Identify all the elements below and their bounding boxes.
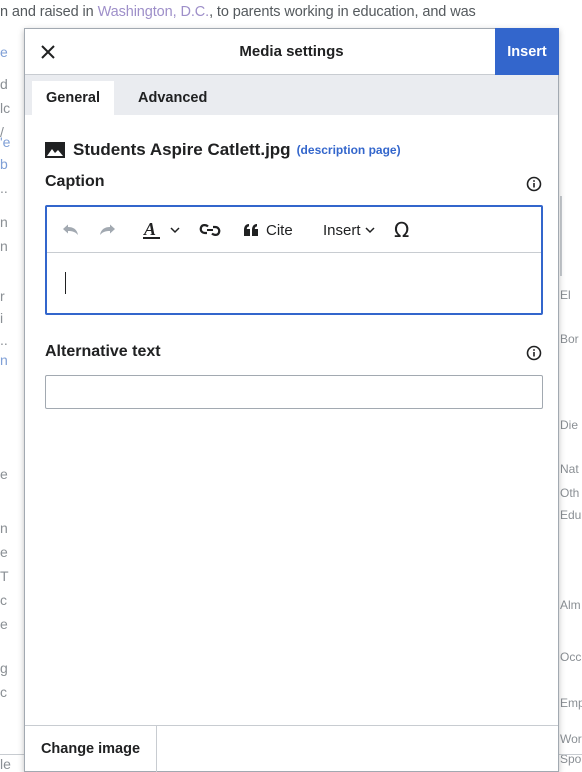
infobox-edge: El Bor Die Nat Oth Edu Alm Occ Emp Wor S…	[560, 0, 582, 772]
text-style-icon: A	[143, 220, 160, 239]
infobox-label: Occ	[560, 650, 582, 664]
tab-bar: General Advanced	[25, 75, 558, 115]
infobox-label: Edu	[560, 508, 582, 522]
infobox-label: El	[560, 288, 571, 302]
article-fragment: e	[0, 466, 8, 482]
caption-editor: A Cite Insert Ω	[45, 205, 543, 315]
article-fragment: b	[0, 156, 8, 172]
article-fragment: e	[0, 616, 8, 632]
infobox-label: Bor	[560, 332, 579, 346]
caption-input[interactable]	[47, 254, 541, 313]
article-link-washington[interactable]: Washington, D.C.	[98, 4, 210, 20]
article-fragment: n	[0, 238, 8, 254]
cite-label: Cite	[266, 221, 293, 239]
dialog-header: Media settings Insert	[25, 28, 559, 75]
insert-button[interactable]: Insert	[495, 28, 559, 75]
text-style-dropdown[interactable]: A	[143, 207, 181, 253]
close-icon	[41, 45, 55, 59]
cite-button[interactable]: Cite	[243, 207, 293, 253]
close-button[interactable]	[25, 29, 71, 75]
caption-label: Caption	[45, 173, 105, 190]
infobox-label: Wor	[560, 732, 582, 746]
article-fragment: c	[0, 684, 7, 700]
alt-text-label: Alternative text	[45, 343, 161, 360]
article-text-line: n and raised in Washington, D.C., to par…	[0, 4, 582, 20]
article-fragment: ..	[0, 332, 8, 348]
infobox-label: Oth	[560, 486, 580, 500]
infobox-label: Emp	[560, 696, 582, 710]
chevron-down-icon	[364, 227, 375, 234]
article-fragment: 'e	[0, 134, 11, 150]
insert-menu-label: Insert	[323, 221, 361, 239]
chevron-down-icon	[170, 227, 180, 234]
redo-icon	[100, 224, 115, 235]
info-icon[interactable]	[526, 176, 542, 192]
alt-text-input[interactable]	[45, 375, 543, 409]
image-icon	[45, 142, 65, 158]
insert-menu[interactable]: Insert	[323, 207, 376, 253]
infobox-label: Die	[560, 418, 579, 432]
infobox-image-edge	[560, 196, 562, 276]
article-fragment: g	[0, 660, 8, 676]
undo-button[interactable]	[61, 207, 79, 253]
media-settings-dialog: Media settings Insert General Advanced S…	[24, 28, 559, 772]
dialog-title: Media settings	[239, 43, 344, 60]
infobox-label: Alm	[560, 598, 581, 612]
file-name: Students Aspire Catlett.jpg	[73, 140, 291, 159]
quote-icon	[244, 224, 258, 236]
article-fragment: n	[0, 520, 8, 536]
omega-icon: Ω	[394, 220, 409, 240]
article-fragment: r	[0, 288, 5, 304]
svg-text:A: A	[143, 220, 156, 239]
article-fragment: T	[0, 568, 9, 584]
svg-text:Ω: Ω	[394, 220, 409, 240]
file-info: Students Aspire Catlett.jpg (description…	[45, 137, 401, 163]
article-fragment: d	[0, 76, 8, 92]
undo-icon	[63, 224, 78, 235]
link-button[interactable]	[199, 207, 221, 253]
article-fragment: lc	[0, 100, 11, 116]
article-fragment: e	[0, 544, 8, 560]
text-cursor	[65, 272, 66, 294]
article-fragment: n	[0, 352, 8, 368]
article-fragment: n	[0, 214, 8, 230]
description-page-link[interactable]: (description page)	[297, 143, 401, 157]
link-icon	[199, 224, 221, 236]
caption-toolbar: A Cite Insert Ω	[47, 207, 541, 253]
article-fragment: i	[0, 310, 4, 326]
article-text: , to parents working in education, and w…	[209, 4, 476, 20]
special-character-button[interactable]: Ω	[393, 207, 413, 253]
tab-general[interactable]: General	[32, 81, 114, 115]
redo-button[interactable]	[99, 207, 117, 253]
tab-advanced[interactable]: Advanced	[124, 81, 221, 115]
change-image-button[interactable]: Change image	[25, 726, 157, 772]
info-icon[interactable]	[526, 345, 542, 361]
article-text: n and raised in	[0, 4, 98, 20]
article-fragment: ..	[0, 180, 8, 196]
infobox-label: Nat	[560, 462, 579, 476]
article-fragment: c	[0, 592, 7, 608]
dialog-footer: Change image	[25, 725, 558, 772]
article-fragment: e	[0, 44, 8, 60]
